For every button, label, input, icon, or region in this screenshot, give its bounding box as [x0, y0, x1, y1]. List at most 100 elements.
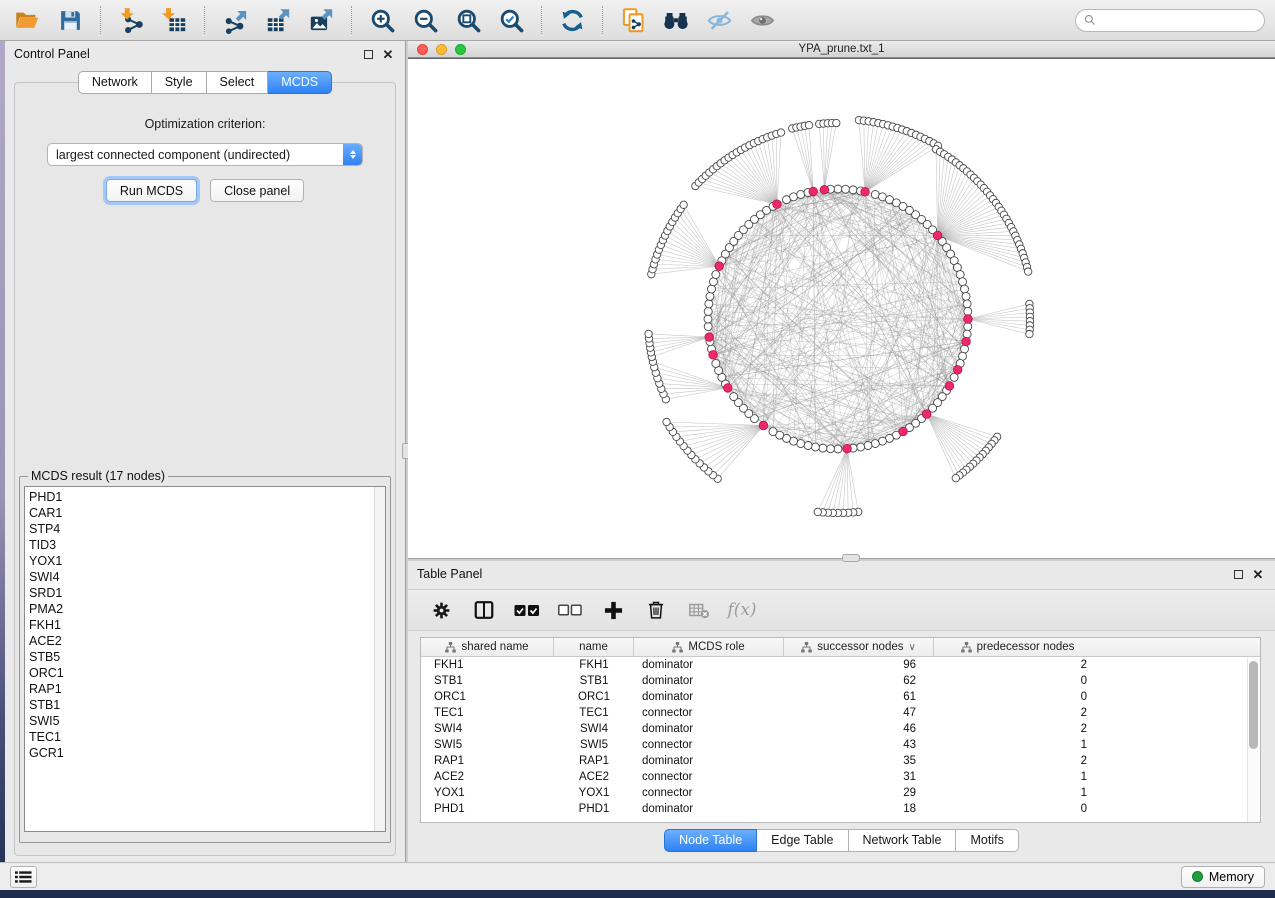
cell-successor-nodes[interactable]: 47 — [784, 707, 934, 719]
table-row[interactable]: ACE2 ACE2 connector 31 1 — [421, 769, 1260, 785]
cell-mcds-role[interactable]: dominator — [634, 675, 784, 687]
zoom-selected-icon[interactable] — [494, 5, 528, 35]
float-panel-icon[interactable] — [1230, 566, 1246, 582]
cell-mcds-role[interactable]: dominator — [634, 755, 784, 767]
cell-successor-nodes[interactable]: 96 — [784, 659, 934, 671]
mcds-result-node[interactable]: STB1 — [29, 697, 385, 713]
table-row[interactable]: PHD1 PHD1 dominator 18 0 — [421, 801, 1260, 817]
show-columns-icon[interactable] — [471, 597, 497, 623]
select-all-check-icon[interactable] — [514, 597, 540, 623]
mcds-result-node[interactable]: PHD1 — [29, 489, 385, 505]
table-row[interactable]: TEC1 TEC1 connector 47 2 — [421, 705, 1260, 721]
delete-row-trash-icon[interactable] — [643, 597, 669, 623]
splitter-handle[interactable] — [842, 554, 860, 562]
tab-select[interactable]: Select — [207, 71, 269, 94]
window-zoom-icon[interactable] — [455, 44, 466, 55]
task-history-button[interactable] — [10, 866, 37, 888]
mcds-result-node[interactable]: TEC1 — [29, 729, 385, 745]
deselect-all-icon[interactable] — [557, 597, 583, 623]
cell-predecessor-nodes[interactable]: 1 — [934, 787, 1101, 799]
optimization-criterion-select[interactable]: largest connected component (undirected) — [47, 143, 363, 166]
table-vertical-scrollbar[interactable] — [1247, 658, 1260, 822]
float-panel-icon[interactable] — [360, 46, 376, 62]
tab-node-table[interactable]: Node Table — [664, 829, 757, 852]
cell-successor-nodes[interactable]: 46 — [784, 723, 934, 735]
cell-predecessor-nodes[interactable]: 2 — [934, 723, 1101, 735]
table-row[interactable]: RAP1 RAP1 dominator 35 2 — [421, 753, 1260, 769]
tab-edge-table[interactable]: Edge Table — [757, 829, 848, 852]
show-all-icon[interactable] — [745, 5, 779, 35]
zoom-fit-icon[interactable] — [451, 5, 485, 35]
close-panel-icon[interactable]: ✕ — [1250, 566, 1266, 582]
mcds-result-node[interactable]: YOX1 — [29, 553, 385, 569]
cell-predecessor-nodes[interactable]: 1 — [934, 739, 1101, 751]
cell-predecessor-nodes[interactable]: 2 — [934, 659, 1101, 671]
gear-icon[interactable] — [428, 597, 454, 623]
cell-shared-name[interactable]: PHD1 — [421, 803, 554, 815]
mcds-result-node[interactable]: TID3 — [29, 537, 385, 553]
mcds-result-list[interactable]: PHD1 CAR1 STP4 TID3 YOX1 SWI4 SRD1 PMA2 — [24, 486, 386, 832]
cell-successor-nodes[interactable]: 43 — [784, 739, 934, 751]
run-mcds-button[interactable]: Run MCDS — [106, 179, 197, 202]
cell-successor-nodes[interactable]: 31 — [784, 771, 934, 783]
memory-button[interactable]: Memory — [1181, 866, 1265, 888]
mcds-result-node[interactable]: GCR1 — [29, 745, 385, 761]
cell-name[interactable]: SWI5 — [554, 739, 634, 751]
cell-mcds-role[interactable]: dominator — [634, 803, 784, 815]
column-header-successor-nodes[interactable]: successor nodes ∨ — [784, 638, 934, 656]
close-panel-icon[interactable]: ✕ — [380, 46, 396, 62]
open-file-icon[interactable] — [10, 5, 44, 35]
column-header-name[interactable]: name — [554, 638, 634, 656]
export-image-icon[interactable] — [304, 5, 338, 35]
network-graph[interactable] — [408, 59, 1275, 559]
cell-mcds-role[interactable]: connector — [634, 739, 784, 751]
tab-network[interactable]: Network — [78, 71, 152, 94]
cell-successor-nodes[interactable]: 29 — [784, 787, 934, 799]
cell-shared-name[interactable]: SWI4 — [421, 723, 554, 735]
cell-name[interactable]: PHD1 — [554, 803, 634, 815]
cell-predecessor-nodes[interactable]: 1 — [934, 771, 1101, 783]
tab-style[interactable]: Style — [152, 71, 207, 94]
cell-name[interactable]: TEC1 — [554, 707, 634, 719]
cell-shared-name[interactable]: RAP1 — [421, 755, 554, 767]
cell-shared-name[interactable]: SWI5 — [421, 739, 554, 751]
mcds-result-node[interactable]: ACE2 — [29, 633, 385, 649]
cell-shared-name[interactable]: TEC1 — [421, 707, 554, 719]
import-table-icon[interactable] — [157, 5, 191, 35]
cell-shared-name[interactable]: STB1 — [421, 675, 554, 687]
cell-name[interactable]: RAP1 — [554, 755, 634, 767]
cell-predecessor-nodes[interactable]: 2 — [934, 755, 1101, 767]
column-header-shared-name[interactable]: shared name — [421, 638, 554, 656]
save-session-icon[interactable] — [53, 5, 87, 35]
sort-descending-icon[interactable]: ∨ — [908, 642, 915, 653]
mcds-result-node[interactable]: ORC1 — [29, 665, 385, 681]
cell-successor-nodes[interactable]: 61 — [784, 691, 934, 703]
cell-successor-nodes[interactable]: 18 — [784, 803, 934, 815]
zoom-out-icon[interactable] — [408, 5, 442, 35]
cell-shared-name[interactable]: FKH1 — [421, 659, 554, 671]
cell-mcds-role[interactable]: dominator — [634, 723, 784, 735]
cell-mcds-role[interactable]: connector — [634, 771, 784, 783]
mcds-result-node[interactable]: PMA2 — [29, 601, 385, 617]
table-row[interactable]: STB1 STB1 dominator 62 0 — [421, 673, 1260, 689]
mcds-result-node[interactable]: SWI5 — [29, 713, 385, 729]
table-row[interactable]: ORC1 ORC1 dominator 61 0 — [421, 689, 1260, 705]
cell-shared-name[interactable]: YOX1 — [421, 787, 554, 799]
cell-mcds-role[interactable]: dominator — [634, 691, 784, 703]
cell-name[interactable]: ACE2 — [554, 771, 634, 783]
cell-shared-name[interactable]: ACE2 — [421, 771, 554, 783]
horizontal-splitter[interactable] — [408, 558, 1275, 561]
copy-network-icon[interactable] — [616, 5, 650, 35]
window-close-icon[interactable] — [417, 44, 428, 55]
cell-name[interactable]: YOX1 — [554, 787, 634, 799]
mcds-result-node[interactable]: FKH1 — [29, 617, 385, 633]
column-header-mcds-role[interactable]: MCDS role — [634, 638, 784, 656]
table-row[interactable]: SWI5 SWI5 connector 43 1 — [421, 737, 1260, 753]
result-list-scrollbar[interactable] — [374, 487, 385, 831]
cell-predecessor-nodes[interactable]: 2 — [934, 707, 1101, 719]
cell-predecessor-nodes[interactable]: 0 — [934, 803, 1101, 815]
cell-predecessor-nodes[interactable]: 0 — [934, 691, 1101, 703]
search-field[interactable] — [1075, 9, 1265, 32]
zoom-in-icon[interactable] — [365, 5, 399, 35]
add-row-icon[interactable] — [600, 597, 626, 623]
